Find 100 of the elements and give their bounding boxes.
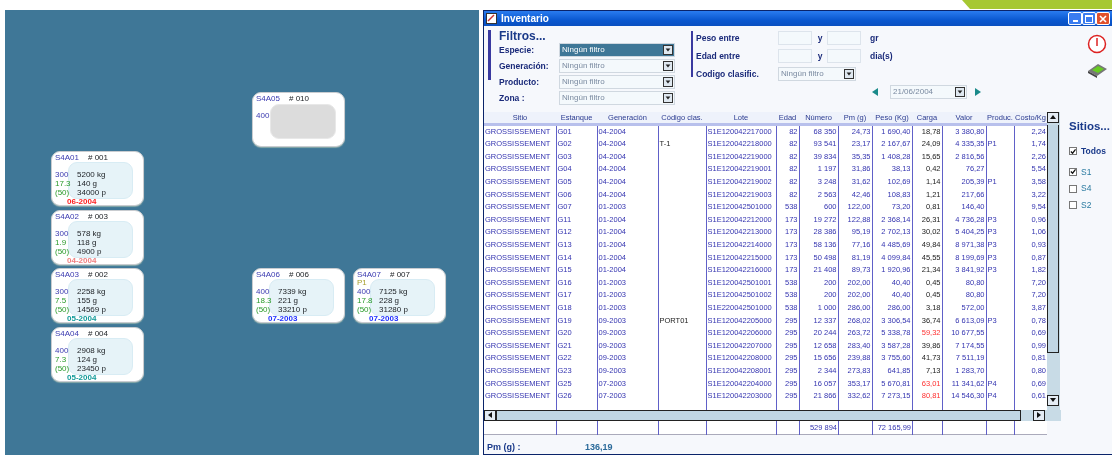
tank-basin: [370, 279, 435, 316]
maximize-button[interactable]: [1082, 12, 1096, 26]
scroll-down-button[interactable]: [1047, 394, 1059, 406]
tank-value: 400: [55, 346, 69, 355]
dropdown-field[interactable]: Ningún filtro: [559, 75, 675, 90]
app-icon: [486, 13, 497, 25]
tank-code: S4A01: [55, 153, 81, 162]
tank-value: (50): [55, 247, 70, 256]
scroll-up-button[interactable]: [1047, 111, 1059, 123]
scroll-right-button[interactable]: [1033, 409, 1045, 421]
tank-card[interactable]: S4A07 # 007 P1 400 17.8 (50) 7125 kg 228 g 31280 p 07-2003: [353, 268, 446, 323]
range-joiner: y: [816, 32, 824, 45]
tank-amount: 2258 kg: [77, 287, 106, 296]
window-title: Inventario: [501, 12, 549, 27]
input-field[interactable]: [827, 31, 861, 46]
tank-number: # 010: [289, 94, 310, 103]
tank-card[interactable]: S4A03 # 002 300 7.5 (50) 2258 kg 155 g 14569 p 05-2004: [51, 268, 144, 323]
tank-amount: 31280 p: [379, 305, 408, 314]
caret-icon: [663, 45, 673, 56]
caret-icon: [663, 61, 673, 72]
tank-amount: 7339 kg: [278, 287, 307, 296]
caret-icon: [955, 87, 965, 98]
dropdown-field[interactable]: Ningún filtro: [559, 59, 675, 74]
tank-value: 1.9: [55, 238, 67, 247]
filter-label: Edad entre: [696, 50, 741, 63]
tank-code: S4A05: [256, 94, 282, 103]
tank-amount: 124 g: [77, 355, 98, 364]
site-label: S2: [1081, 199, 1092, 212]
site-label: S1: [1081, 165, 1092, 179]
tank-value: (50): [357, 305, 372, 314]
close-button[interactable]: [1096, 12, 1110, 26]
printer-icon[interactable]: [1086, 62, 1108, 79]
date-field[interactable]: 21/06/2004: [890, 85, 967, 100]
tank-amount: 2908 kg: [77, 346, 106, 355]
tank-basin: [68, 221, 133, 258]
previous-arrow-icon[interactable]: [872, 88, 878, 97]
filters-title: Filtros...: [499, 30, 547, 44]
tank-amount: 140 g: [77, 179, 98, 188]
next-arrow-icon[interactable]: [975, 88, 981, 97]
tank-basin: [269, 279, 334, 316]
checkbox[interactable]: [1069, 167, 1077, 176]
caret-icon: [663, 77, 673, 88]
tank-value: 300: [55, 287, 69, 296]
tank-code: S4A04: [55, 329, 81, 338]
tank-amount: 118 g: [77, 238, 97, 247]
caret-icon: [844, 69, 854, 80]
tank-card[interactable]: S4A06 # 006 400 18.3 (50) 7339 kg 221 g 33210 p 07-2003: [252, 268, 345, 323]
minimize-button[interactable]: [1068, 12, 1082, 26]
tank-date: 07-2003: [369, 314, 399, 323]
filter-label: Producto:: [499, 76, 541, 89]
site-label: Todos: [1081, 144, 1106, 158]
tank-card[interactable]: S4A02 # 003 300 1.9 (50) 578 kg 118 g 4900 p 04-2004: [51, 210, 144, 265]
dropdown-field[interactable]: Ningún filtro: [559, 43, 675, 58]
vertical-scrollbar[interactable]: [1047, 111, 1060, 410]
tank-amount: 7125 kg: [379, 287, 408, 296]
unit-label: dia(s): [870, 50, 892, 63]
tank-value: 400: [357, 287, 371, 296]
maximize-icon: [1085, 14, 1093, 23]
dropdown-field[interactable]: Ningún filtro: [778, 67, 856, 82]
tank-value: 17.3: [55, 179, 71, 188]
tank-basin: [68, 338, 133, 375]
tank-number: # 003: [88, 212, 109, 221]
tank-date: 05-2004: [67, 373, 97, 382]
filter-label: Zona :: [499, 92, 526, 105]
tank-number: # 007: [390, 270, 411, 279]
tank-basin: [270, 104, 336, 139]
tank-value: 17.8: [357, 296, 373, 305]
tank-amount: 33210 p: [278, 305, 307, 314]
tank-card[interactable]: S4A04 # 004 400 7.3 (50) 2908 kg 124 g 23450 p 05-2004: [51, 327, 144, 382]
tank-code: S4A06: [256, 270, 282, 279]
checkbox[interactable]: [1069, 201, 1077, 210]
input-field[interactable]: [778, 49, 812, 64]
power-icon[interactable]: [1087, 34, 1107, 55]
tank-amount: 23450 p: [77, 364, 106, 373]
checkbox[interactable]: [1069, 184, 1077, 193]
input-field[interactable]: [778, 31, 812, 46]
close-icon: [1099, 14, 1107, 23]
tank-value: (50): [55, 188, 70, 197]
tank-value: (50): [55, 305, 70, 314]
footer-label: Pm (g) :: [487, 440, 522, 454]
tank-amount: 228 g: [379, 296, 400, 305]
tank-amount: 578 kg: [77, 229, 102, 238]
tank-amount: 4900 p: [77, 247, 102, 256]
tank-amount: 221 g: [278, 296, 299, 305]
tank-card[interactable]: S4A01 # 001 300 17.3 (50) 5200 kg 140 g 34000 p 06-2004: [51, 151, 144, 206]
tank-value: (50): [256, 305, 271, 314]
scroll-left-button[interactable]: [484, 409, 496, 421]
dropdown-field[interactable]: Ningún filtro: [559, 91, 675, 106]
tank-date: 04-2004: [67, 256, 97, 265]
tank-code: S4A03: [55, 270, 81, 279]
tank-value: 300: [55, 170, 69, 179]
tank-value: (50): [55, 364, 70, 373]
tank-card[interactable]: S4A05 # 010 400: [252, 92, 345, 147]
scrollbar-thumb[interactable]: [1047, 124, 1059, 353]
tank-number: # 004: [88, 329, 109, 338]
input-field[interactable]: [827, 49, 861, 64]
checkbox[interactable]: [1069, 147, 1077, 156]
tank-number: # 002: [88, 270, 109, 279]
filter-label: Especie:: [499, 44, 535, 57]
tank-date: 05-2004: [67, 314, 97, 323]
